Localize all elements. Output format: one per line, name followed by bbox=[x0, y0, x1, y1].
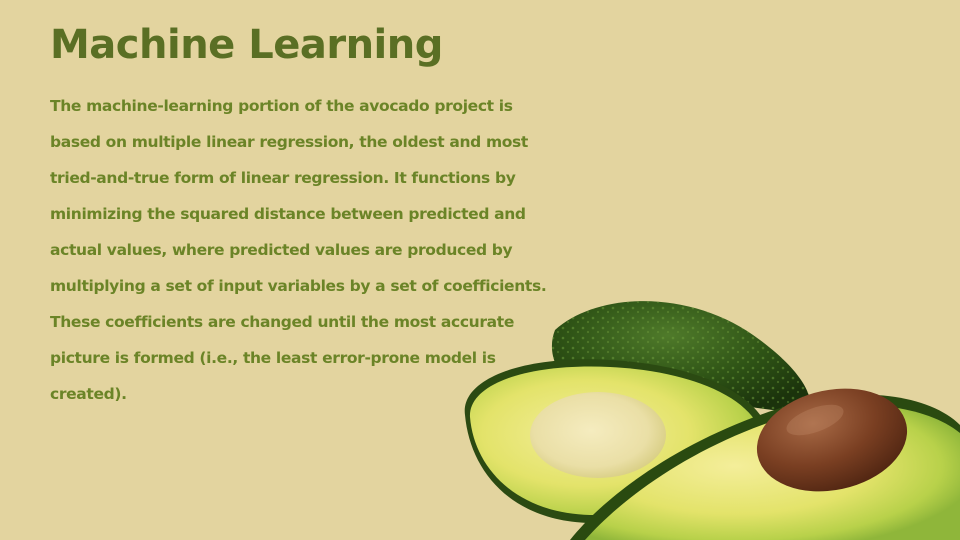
body-line: based on multiple linear regression, the… bbox=[50, 133, 528, 151]
body-line: tried-and-true form of linear regression… bbox=[50, 169, 516, 187]
slide-title: Machine Learning bbox=[50, 22, 443, 68]
body-line: actual values, where predicted values ar… bbox=[50, 241, 513, 259]
body-line: minimizing the squared distance between … bbox=[50, 205, 526, 223]
body-line: The machine-learning portion of the avoc… bbox=[50, 97, 513, 115]
slide: Machine Learning The machine-learning po… bbox=[0, 0, 960, 540]
avocado-image bbox=[464, 301, 960, 540]
